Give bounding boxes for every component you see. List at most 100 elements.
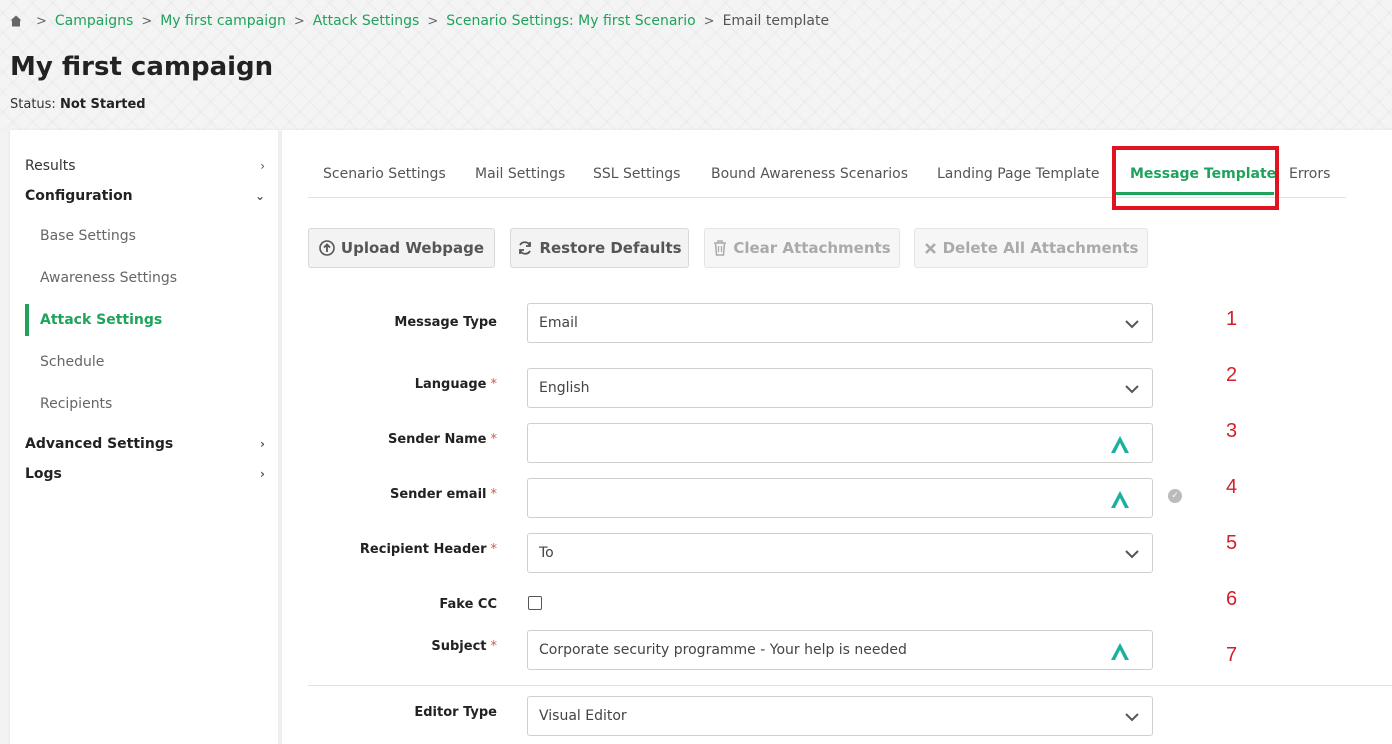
- refresh-icon: [519, 241, 532, 255]
- sidebar-item-advanced-settings[interactable]: Advanced Settings ›: [25, 433, 265, 455]
- language-label-text: Language: [414, 377, 487, 392]
- upload-webpage-button[interactable]: Upload Webpage: [308, 228, 495, 268]
- sidebar-item-results[interactable]: Results ›: [25, 155, 265, 177]
- subject-value: Corporate security programme - Your help…: [539, 642, 907, 658]
- highlight-box: [1112, 146, 1279, 210]
- subject-label: Subject *: [297, 639, 497, 654]
- sidebar-item-schedule[interactable]: Schedule: [40, 351, 104, 373]
- sidebar-item-configuration[interactable]: Configuration ⌄: [25, 185, 265, 207]
- subject-input[interactable]: Corporate security programme - Your help…: [527, 630, 1153, 670]
- required-marker: *: [490, 487, 498, 502]
- required-marker: *: [490, 432, 498, 447]
- sidebar-item-recipients[interactable]: Recipients: [40, 393, 112, 415]
- tab-bound-awareness-scenarios[interactable]: Bound Awareness Scenarios: [711, 166, 908, 182]
- sidebar-item-base-settings[interactable]: Base Settings: [40, 225, 136, 247]
- status-badge: Not Started: [59, 97, 146, 112]
- breadcrumb-separator: >: [141, 13, 153, 29]
- language-value: English: [539, 380, 590, 396]
- autofill-icon[interactable]: [1110, 641, 1130, 661]
- sender-email-label: Sender email *: [297, 487, 497, 502]
- chevron-down-icon: ⌄: [254, 189, 265, 203]
- breadcrumb-separator: >: [427, 13, 439, 29]
- subject-label-text: Subject: [431, 639, 487, 654]
- tab-ssl-settings[interactable]: SSL Settings: [593, 166, 680, 182]
- autofill-icon[interactable]: [1110, 434, 1130, 454]
- fake-cc-checkbox[interactable]: [528, 596, 542, 610]
- chevron-right-icon: ›: [260, 437, 265, 451]
- upload-icon: [319, 240, 335, 256]
- editor-type-select[interactable]: Visual Editor: [527, 696, 1153, 736]
- trash-icon: [714, 240, 727, 256]
- breadcrumb-scenario-settings[interactable]: Scenario Settings: My first Scenario: [446, 13, 695, 29]
- breadcrumb-separator: >: [36, 13, 47, 29]
- message-type-value: Email: [539, 315, 578, 331]
- tab-scenario-settings[interactable]: Scenario Settings: [323, 166, 446, 182]
- recipient-header-value: To: [539, 545, 554, 561]
- message-type-label-text: Message Type: [394, 315, 497, 330]
- close-icon: [924, 242, 936, 254]
- sidebar-item-label: Advanced Settings: [25, 436, 174, 452]
- editor-type-value: Visual Editor: [539, 708, 627, 724]
- language-label: Language *: [297, 377, 497, 392]
- tab-landing-page-template[interactable]: Landing Page Template: [937, 166, 1099, 182]
- language-select[interactable]: English: [527, 368, 1153, 408]
- annotation-number: 6: [1226, 588, 1238, 610]
- upload-webpage-label: Upload Webpage: [340, 239, 485, 257]
- active-indicator: [25, 304, 29, 336]
- page-title: My first campaign: [10, 52, 274, 82]
- breadcrumb-current: Email template: [722, 13, 830, 29]
- annotation-number: 7: [1226, 644, 1238, 666]
- status-line: Status: Not Started: [10, 97, 146, 112]
- required-marker: *: [490, 542, 498, 557]
- status-label: Status:: [10, 97, 56, 112]
- delete-all-attachments-label: Delete All Attachments: [942, 239, 1139, 257]
- autofill-icon[interactable]: [1110, 489, 1130, 509]
- sender-email-input[interactable]: [527, 478, 1153, 518]
- recipient-header-label-text: Recipient Header: [359, 542, 487, 557]
- chevron-down-icon: [1125, 713, 1139, 722]
- main-panel: Scenario Settings Mail Settings SSL Sett…: [282, 130, 1392, 744]
- chevron-down-icon: [1125, 320, 1139, 329]
- sender-name-label-text: Sender Name: [387, 432, 487, 447]
- message-type-select[interactable]: Email: [527, 303, 1153, 343]
- restore-defaults-button[interactable]: Restore Defaults: [510, 228, 689, 268]
- sidebar-item-label: Logs: [25, 466, 62, 482]
- required-marker: *: [490, 639, 498, 654]
- sidebar-item-attack-settings[interactable]: Attack Settings: [40, 309, 162, 331]
- sidebar-item-awareness-settings[interactable]: Awareness Settings: [40, 267, 177, 289]
- editor-type-label: Editor Type: [297, 705, 497, 720]
- sidebar-item-logs[interactable]: Logs ›: [25, 463, 265, 485]
- annotation-number: 1: [1226, 308, 1238, 330]
- home-icon[interactable]: [10, 15, 22, 27]
- tab-errors[interactable]: Errors: [1289, 166, 1330, 182]
- message-type-label: Message Type: [297, 315, 497, 330]
- breadcrumb: > Campaigns > My first campaign > Attack…: [10, 12, 829, 30]
- annotation-number: 3: [1226, 420, 1238, 442]
- clear-attachments-label: Clear Attachments: [733, 239, 891, 257]
- tab-mail-settings[interactable]: Mail Settings: [475, 166, 565, 182]
- sidebar-item-label: Results: [25, 158, 76, 174]
- annotation-number: 4: [1226, 476, 1238, 498]
- recipient-header-label: Recipient Header *: [297, 542, 497, 557]
- breadcrumb-campaigns[interactable]: Campaigns: [55, 13, 133, 29]
- sidebar-item-label: Configuration: [25, 188, 133, 204]
- fake-cc-label-text: Fake CC: [439, 597, 497, 612]
- restore-defaults-label: Restore Defaults: [539, 239, 682, 257]
- chevron-down-icon: [1125, 550, 1139, 559]
- fake-cc-label: Fake CC: [297, 597, 497, 612]
- recipient-header-select[interactable]: To: [527, 533, 1153, 573]
- chevron-down-icon: [1125, 385, 1139, 394]
- sender-name-input[interactable]: [527, 423, 1153, 463]
- section-divider: [308, 685, 1392, 686]
- chevron-right-icon: ›: [260, 467, 265, 481]
- annotation-number: 2: [1226, 364, 1238, 386]
- breadcrumb-attack-settings[interactable]: Attack Settings: [313, 13, 420, 29]
- sender-email-label-text: Sender email: [389, 487, 487, 502]
- required-marker: *: [490, 377, 498, 392]
- breadcrumb-campaign[interactable]: My first campaign: [160, 13, 286, 29]
- sidebar: Results › Configuration ⌄ Base Settings …: [10, 130, 278, 744]
- delete-all-attachments-button[interactable]: Delete All Attachments: [914, 228, 1148, 268]
- verify-check-icon[interactable]: ✓: [1168, 489, 1182, 503]
- chevron-right-icon: ›: [260, 159, 265, 173]
- clear-attachments-button[interactable]: Clear Attachments: [704, 228, 900, 268]
